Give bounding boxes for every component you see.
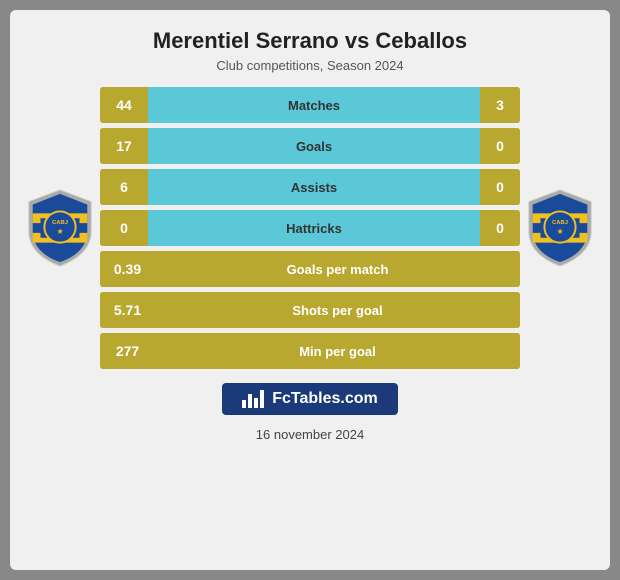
svg-text:CABJ: CABJ — [552, 220, 568, 226]
stat-row-assists: 6 Assists 0 — [100, 169, 520, 205]
left-logo: CABJ ★ — [20, 188, 100, 268]
content-area: CABJ ★ 44 Matches 3 17 Goals 0 6 Assists… — [20, 87, 600, 369]
stat-left-min_per_goal: 277 — [100, 333, 155, 369]
stat-label-goals: Goals — [148, 128, 480, 164]
right-logo: CABJ ★ — [520, 188, 600, 268]
stat-right-goals: 0 — [480, 128, 520, 164]
stat-left-hattricks: 0 — [100, 210, 148, 246]
stat-label-hattricks: Hattricks — [148, 210, 480, 246]
stat-row-min_per_goal: 277 Min per goal — [100, 333, 520, 369]
stat-label-goals_per_match: Goals per match — [155, 251, 520, 287]
page-title: Merentiel Serrano vs Ceballos — [153, 28, 467, 54]
svg-text:CABJ: CABJ — [52, 220, 68, 226]
stat-right-hattricks: 0 — [480, 210, 520, 246]
branding-text: FcTables.com — [272, 390, 378, 408]
stat-left-shots_per_goal: 5.71 — [100, 292, 155, 328]
stat-row-matches: 44 Matches 3 — [100, 87, 520, 123]
stat-label-assists: Assists — [148, 169, 480, 205]
stat-label-shots_per_goal: Shots per goal — [155, 292, 520, 328]
stat-left-goals_per_match: 0.39 — [100, 251, 155, 287]
stat-left-goals: 17 — [100, 128, 148, 164]
stats-container: 44 Matches 3 17 Goals 0 6 Assists 0 0 Ha… — [100, 87, 520, 369]
svg-text:★: ★ — [557, 227, 564, 236]
fctables-icon — [242, 390, 264, 408]
stat-row-goals_per_match: 0.39 Goals per match — [100, 251, 520, 287]
stat-row-hattricks: 0 Hattricks 0 — [100, 210, 520, 246]
svg-text:★: ★ — [57, 227, 64, 236]
page-subtitle: Club competitions, Season 2024 — [216, 58, 403, 73]
stat-left-assists: 6 — [100, 169, 148, 205]
branding-bar: FcTables.com — [222, 383, 398, 415]
footer-date: 16 november 2024 — [256, 427, 364, 442]
stat-label-min_per_goal: Min per goal — [155, 333, 520, 369]
stat-label-matches: Matches — [148, 87, 480, 123]
stat-left-matches: 44 — [100, 87, 148, 123]
stat-right-matches: 3 — [480, 87, 520, 123]
stat-right-assists: 0 — [480, 169, 520, 205]
stat-row-goals: 17 Goals 0 — [100, 128, 520, 164]
stat-row-shots_per_goal: 5.71 Shots per goal — [100, 292, 520, 328]
main-card: Merentiel Serrano vs Ceballos Club compe… — [10, 10, 610, 570]
